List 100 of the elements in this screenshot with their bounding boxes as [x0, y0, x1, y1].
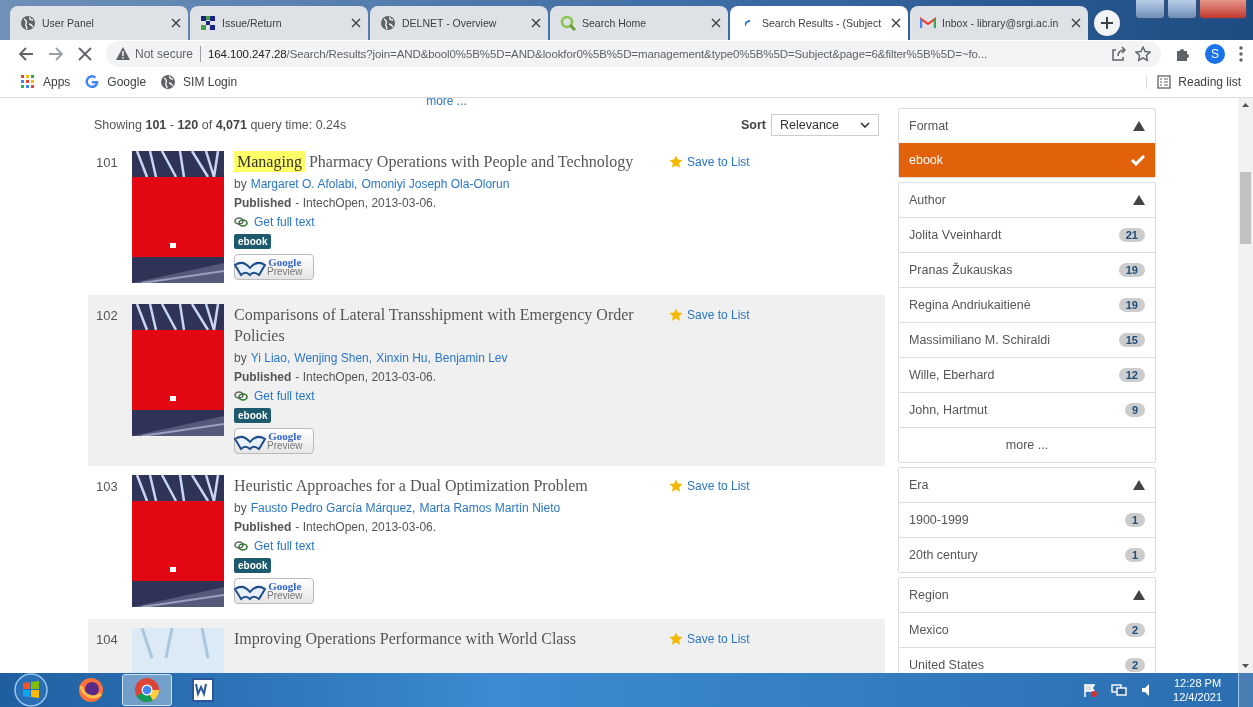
author-link[interactable]: Yi Liao, — [250, 351, 291, 365]
new-tab-icon[interactable] — [1094, 10, 1120, 36]
chain-link-icon — [234, 216, 248, 228]
reading-list-button[interactable]: Reading list — [1146, 75, 1241, 89]
save-to-list-link[interactable]: Save to List — [669, 154, 750, 170]
facet-header[interactable]: Era — [899, 468, 1155, 502]
facet-item[interactable]: Jolita Vveinhardt 21 — [899, 217, 1155, 252]
security-label: Not secure — [135, 46, 194, 61]
result-title-link[interactable]: Heuristic Approaches for a Dual Optimization Problem — [234, 475, 659, 496]
full-text-link[interactable]: Get full text — [254, 539, 315, 553]
more-options-icon[interactable] — [1239, 45, 1243, 62]
bookmark-link[interactable]: Google — [84, 74, 147, 90]
scroll-down-arrow-icon[interactable] — [1242, 664, 1249, 668]
google-g-icon — [84, 74, 101, 90]
facet-header[interactable]: Author — [899, 183, 1155, 217]
close-icon[interactable] — [711, 18, 721, 28]
globe-icon — [380, 15, 396, 31]
facet-item[interactable]: Regina Andriukaitienė 19 — [899, 287, 1155, 322]
result-title-link[interactable]: Improving Operations Performance with World Class — [234, 628, 659, 649]
collapse-triangle-icon — [1133, 121, 1145, 131]
sort-label: Sort — [741, 118, 766, 132]
stop-icon[interactable] — [78, 46, 92, 61]
speaker-icon[interactable] — [1141, 683, 1152, 697]
facet-item[interactable]: 1900-1999 1 — [899, 502, 1155, 537]
book-cover-drawing[interactable] — [132, 304, 224, 436]
author-link[interactable]: Benjamin Lev — [434, 351, 508, 365]
result-number: 101 — [96, 154, 119, 172]
grid-icon — [200, 15, 216, 31]
save-to-list-link[interactable]: Save to List — [669, 631, 750, 647]
google-preview-button[interactable]: Google Preview — [234, 428, 314, 454]
author-link[interactable]: Marta Ramos Martín Nieto — [419, 501, 561, 515]
close-icon[interactable] — [1071, 18, 1081, 28]
more-link[interactable]: more ... — [426, 98, 467, 108]
star-icon — [669, 155, 683, 169]
browser-tab[interactable]: Search Home — [550, 6, 728, 40]
magnifier-icon — [560, 15, 576, 31]
facet-item[interactable]: Massimiliano M. Schiraldi 15 — [899, 322, 1155, 357]
facet-item[interactable]: Pranas Žukauskas 19 — [899, 252, 1155, 287]
browser-tab[interactable]: Issue/Return — [190, 6, 368, 40]
book-cover-drawing[interactable] — [132, 151, 224, 283]
action-center-flag-icon[interactable] — [1083, 683, 1098, 697]
author-link[interactable]: Omoniyi Joseph Ola-Olorun — [361, 177, 510, 191]
format-badge: ebook — [234, 558, 272, 573]
full-text-link[interactable]: Get full text — [254, 389, 315, 403]
facet-header[interactable]: Format — [899, 109, 1155, 143]
browser-tab[interactable]: User Panel — [10, 6, 188, 40]
forward-arrow-icon[interactable] — [48, 45, 64, 62]
close-icon[interactable] — [351, 18, 361, 28]
back-arrow-icon[interactable] — [18, 45, 34, 62]
bookmark-link[interactable]: Apps — [20, 74, 71, 90]
facet-header[interactable]: Region — [899, 578, 1155, 612]
published-info: Published - IntechOpen, 2013-03-06. — [234, 370, 438, 384]
close-icon[interactable] — [891, 18, 901, 28]
result-title-link[interactable]: Comparisons of Lateral Transshipment with Emergency Order Policies — [234, 304, 659, 346]
result-title-link[interactable]: Pharmacy Operations with People and Technology — [308, 151, 659, 172]
save-to-list-link[interactable]: Save to List — [669, 478, 750, 494]
taskbar-app-button[interactable] — [122, 674, 172, 706]
mail-icon — [920, 15, 936, 31]
restore-button[interactable] — [1167, 0, 1197, 19]
collapse-triangle-icon — [1133, 590, 1145, 600]
share-icon[interactable] — [1110, 45, 1126, 62]
address-bar[interactable]: Not secure 164.100.247.28/Search/Results?join=AND&bool0%5B%5D=AND&lookfor0%5B%5D=management&type0%5B%5D=Subject&page=6&filter%5B%5D=~fo... — [106, 40, 1161, 67]
more-link[interactable]: more ... — [899, 427, 1155, 462]
author-link[interactable]: Fausto Pedro García Márquez, — [250, 501, 416, 515]
collapse-triangle-icon — [1133, 195, 1145, 205]
network-icon[interactable] — [1111, 683, 1128, 697]
facet-item[interactable]: John, Hartmut 9 — [899, 392, 1155, 427]
facet-item[interactable]: 20th century 1 — [899, 537, 1155, 572]
bookmark-link[interactable]: SIM Login — [160, 74, 238, 90]
google-preview-button[interactable]: Google Preview — [234, 254, 314, 280]
result-number: 104 — [96, 631, 119, 649]
browser-tab[interactable]: DELNET - Overview — [370, 6, 548, 40]
browser-tab[interactable]: Search Results - (Subject — [730, 6, 908, 40]
author-link[interactable]: Wenjing Shen, — [294, 351, 373, 365]
firefox-icon — [77, 676, 105, 704]
full-text-link[interactable]: Get full text — [254, 215, 315, 229]
close-window-button[interactable] — [1199, 0, 1247, 19]
book-cover-drawing[interactable] — [132, 475, 224, 607]
by-label: by — [234, 351, 247, 365]
star-outline-icon[interactable] — [1135, 45, 1151, 62]
facet-item[interactable]: Mexico 2 — [899, 612, 1155, 647]
facet-item[interactable]: ebook — [899, 143, 1155, 177]
google-preview-button[interactable]: Google Preview — [234, 578, 314, 604]
globe-icon — [20, 15, 36, 31]
published-info: Published - IntechOpen, 2013-03-06. — [234, 520, 438, 534]
sort-dropdown[interactable]: Relevance — [771, 114, 879, 136]
close-icon[interactable] — [531, 18, 541, 28]
author-link[interactable]: Margaret O. Afolabi, — [250, 177, 358, 191]
minimize-button[interactable] — [1135, 0, 1165, 19]
chain-link-icon — [234, 540, 248, 552]
scroll-up-arrow-icon[interactable] — [1242, 103, 1249, 107]
scrollbar-thumb[interactable] — [1240, 172, 1251, 244]
save-to-list-link[interactable]: Save to List — [669, 307, 750, 323]
clock[interactable]: 12:28 PM 12/4/2021 — [1173, 676, 1222, 704]
facet-item[interactable]: Wille, Eberhard 12 — [899, 357, 1155, 392]
close-icon[interactable] — [171, 18, 181, 28]
profile-avatar[interactable]: S — [1205, 43, 1225, 64]
start-button-icon[interactable] — [14, 673, 48, 707]
browser-tab[interactable]: Inbox - library@srgi.ac.in — [910, 6, 1088, 40]
author-link[interactable]: Xinxin Hu, — [376, 351, 431, 365]
